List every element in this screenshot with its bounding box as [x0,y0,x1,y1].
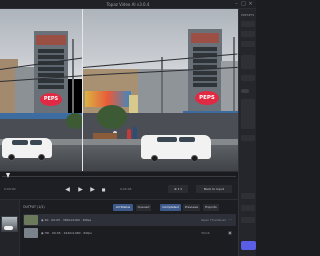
filter-queued[interactable]: Queued [136,204,151,211]
output-row[interactable]: ◉ 4K · 00:05 · 3840x2160 · 60fps Open Th… [23,214,236,226]
maximize-icon[interactable]: □ [241,2,246,7]
close-icon[interactable]: × [248,2,253,7]
export-button[interactable] [241,241,256,250]
peps-sign-left: PEPS [40,93,62,106]
encoder-select[interactable] [241,193,255,199]
audio-select[interactable] [241,217,255,223]
stabilization-select[interactable] [241,75,255,81]
grain-select[interactable] [241,135,255,141]
output-thumbnail [24,215,38,225]
model-select[interactable] [241,55,255,69]
enhanced-preview: PEPS [83,9,238,171]
stop-button[interactable]: ■ [100,186,107,193]
enhancement-settings[interactable] [241,99,255,129]
enhancement-toggle[interactable] [241,89,249,93]
timecode-end: 0:00:05 [120,187,132,191]
container-select[interactable] [241,205,255,211]
peps-sign-right: PEPS [195,91,219,105]
timecode-start: 0:00:00 [4,187,16,191]
output-list-panel: OUTPUT (1/2) All Status Queued Completed… [0,200,238,256]
output-label: OUTPUT (1/2) [23,205,45,209]
settings-panel: PRESETS [238,9,256,256]
filter-completed[interactable]: Completed [160,204,181,211]
car-right [141,135,211,162]
back-to-input-button[interactable]: Back to Input [196,185,232,193]
more-icon[interactable]: ⋯ [227,217,233,223]
fps-select[interactable] [241,41,255,47]
title-bar: Topaz Video AI v3.0.4 – □ × [0,0,256,9]
output-info: ◉ 4K · 00:05 · 3840x2160 · 60fps [41,218,92,222]
input-thumbnail[interactable] [1,216,18,232]
original-preview: PEPS [0,9,83,171]
app-window: Topaz Video AI v3.0.4 – □ × PEPS PEPS PR… [0,0,256,256]
output-row[interactable]: ◉ HD · 00:05 · 1920x1080 · 60fps 30mb ▣ [23,227,236,239]
video-viewer[interactable]: PEPS PEPS [0,9,238,171]
timeline-track[interactable] [2,176,236,177]
resolution-select[interactable] [241,31,255,37]
preset-select[interactable] [241,21,255,27]
previous-frame-button[interactable]: ◀ [64,186,71,193]
minimize-icon[interactable]: – [234,2,239,7]
filter-all-status[interactable]: All Status [113,204,133,211]
panel-header: PRESETS [241,13,255,17]
window-title: Topaz Video AI v3.0.4 [106,2,150,7]
car-left [2,138,52,161]
timeline[interactable] [0,171,238,179]
folder-icon[interactable]: ▣ [227,230,233,236]
transport-bar: 0:00:00 ◀ ▶ ▶ ■ 0:00:05 ⊕ 1 ▾ Back to In… [0,179,238,200]
output-info: ◉ HD · 00:05 · 1920x1080 · 60fps [41,231,92,235]
output-size: Open Thumbnail [201,218,226,222]
input-sidebar [0,200,20,256]
filter-previews[interactable]: Previews [183,204,200,211]
next-frame-button[interactable]: ▶ [89,186,96,193]
filter-exports[interactable]: Exports [203,204,219,211]
output-size: 30mb [201,231,210,235]
output-thumbnail [24,228,38,238]
play-button[interactable]: ▶ [77,186,84,193]
zoom-select[interactable]: ⊕ 1 ▾ [168,185,188,193]
